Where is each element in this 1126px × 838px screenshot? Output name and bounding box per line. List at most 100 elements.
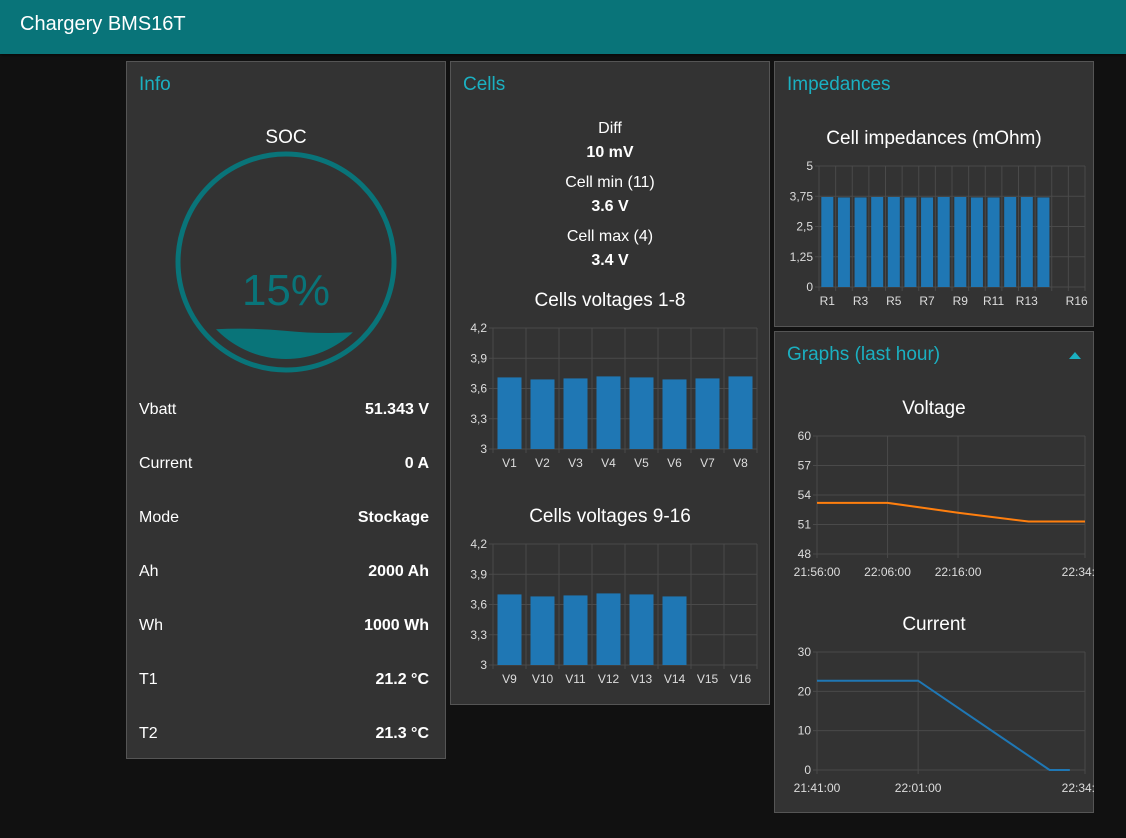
cells-panel-title: Cells: [463, 74, 506, 95]
graphs-panel: Graphs (last hour) Voltage 48 51 54 57 60 21:…: [774, 331, 1095, 813]
bar-r13: [1020, 196, 1033, 287]
bar-v10: [530, 596, 555, 665]
x-tick-label: V10: [532, 672, 554, 686]
bar-v3: [563, 378, 588, 449]
x-tick-label: 22:01:00: [895, 781, 942, 795]
y-tick-label: 3,75: [790, 189, 814, 203]
bar-v6: [662, 379, 687, 449]
x-tick-label: V2: [535, 456, 550, 470]
app-title: Chargery BMS16T: [20, 13, 186, 35]
info-panel-title: Info: [139, 74, 171, 95]
bar-v14: [662, 596, 687, 665]
bar-v7: [695, 378, 720, 449]
x-tick-label: V9: [502, 672, 517, 686]
impedances-panel: Impedances Cell impedances (mOhm) 0 1,25 2…: [774, 61, 1094, 327]
x-tick-label: V11: [565, 672, 586, 686]
info-row-value: 2000 Ah: [368, 563, 429, 580]
x-tick-label: 22:34:00: [1062, 565, 1095, 579]
bar-r14: [1037, 197, 1050, 287]
cells-1-8-chart-title: Cells voltages 1-8: [534, 290, 686, 311]
x-tick-label: R11: [983, 294, 1004, 308]
cell-max-value: 3.4 V: [591, 252, 629, 269]
y-tick-label: 3,9: [470, 351, 487, 365]
cells-panel: Cells Diff 10 mV Cell min (11) 3.6 V Cel…: [450, 61, 770, 705]
info-row-label: Current: [139, 455, 193, 472]
y-tick-label: 0: [804, 763, 811, 777]
collapse-icon[interactable]: [1069, 352, 1081, 359]
bar-r5: [887, 196, 900, 287]
bar-v13: [629, 594, 654, 665]
x-tick-label: R5: [886, 294, 902, 308]
bar-v12: [596, 593, 621, 665]
bar-r4: [871, 196, 884, 287]
series-line: [817, 501, 1085, 523]
bar-v11: [563, 595, 588, 665]
y-tick-label: 30: [798, 645, 812, 659]
info-row-value: Stockage: [357, 509, 429, 526]
x-tick-label: R13: [1016, 294, 1038, 308]
y-tick-label: 3,6: [470, 598, 487, 612]
cells-1-8-chart: 3 3,3 3,6 3,9 4,2 V1 V2 V3 V4 V5 V6 V7 V8: [470, 321, 758, 470]
y-tick-label: 3,3: [470, 628, 487, 642]
x-tick-label: R9: [953, 294, 969, 308]
bar-v2: [530, 379, 555, 449]
x-tick-label: V14: [664, 672, 686, 686]
x-tick-label: V12: [598, 672, 620, 686]
info-row-label: T2: [139, 725, 158, 742]
info-row-current: Current 0 A: [139, 455, 429, 479]
info-row-label: Ah: [139, 563, 159, 580]
bar-v1: [497, 377, 522, 449]
current-chart-title: Current: [902, 614, 966, 635]
x-tick-label: R16: [1066, 294, 1088, 308]
y-tick-label: 20: [798, 684, 812, 698]
bar-r1: [821, 196, 834, 287]
info-row-t1: T1 21.2 °C: [139, 671, 429, 695]
y-tick-label: 51: [798, 518, 812, 532]
bar-v5: [629, 377, 654, 449]
x-tick-label: V7: [700, 456, 715, 470]
bar-r7: [921, 197, 934, 287]
bar-v8: [728, 376, 753, 449]
bar-r2: [837, 197, 850, 287]
cell-min-label: Cell min (11): [565, 174, 655, 191]
info-row-vbatt: Vbatt 51.343 V: [139, 401, 429, 425]
x-tick-label: 22:34:00: [1062, 781, 1095, 795]
top-bar: Chargery BMS16T: [0, 0, 1126, 54]
soc-gauge: 15%: [175, 151, 397, 373]
info-row-value: 21.2 °C: [375, 671, 429, 688]
info-row-value: 1000 Wh: [364, 617, 429, 634]
impedances-chart-title: Cell impedances (mOhm): [826, 128, 1042, 149]
y-tick-label: 3,3: [470, 412, 487, 426]
bar-r12: [1004, 196, 1017, 287]
x-tick-label: V15: [697, 672, 719, 686]
y-tick-label: 54: [798, 488, 812, 502]
y-tick-label: 3: [480, 658, 487, 672]
x-tick-label: 21:56:00: [794, 565, 841, 579]
y-tick-label: 2,5: [796, 220, 813, 234]
x-tick-label: R7: [919, 294, 935, 308]
series-line: [817, 679, 1070, 771]
cell-min-value: 3.6 V: [591, 198, 629, 215]
x-tick-label: V1: [502, 456, 517, 470]
info-row-value: 21.3 °C: [375, 725, 429, 742]
info-panel: Info SOC 15% Vbatt 51.343 V Current 0 A Mode…: [126, 61, 446, 759]
y-tick-label: 0: [806, 280, 813, 294]
x-tick-label: 22:06:00: [864, 565, 911, 579]
y-tick-label: 3,6: [470, 382, 487, 396]
y-tick-label: 4,2: [470, 321, 487, 335]
soc-value: 15%: [242, 266, 330, 315]
y-tick-label: 3,9: [470, 567, 487, 581]
info-row-value: 51.343 V: [364, 401, 429, 418]
bar-r11: [987, 197, 1000, 287]
y-tick-label: 1,25: [790, 250, 814, 264]
x-tick-label: V4: [601, 456, 616, 470]
bar-v4: [596, 376, 621, 449]
impedances-chart: 0 1,25 2,5 3,75 5 R1 R3 R5 R7 R9 R11 R13 R16: [790, 159, 1088, 308]
y-tick-label: 3: [480, 442, 487, 456]
y-tick-label: 5: [806, 159, 813, 173]
diff-label: Diff: [598, 120, 622, 137]
x-tick-label: V13: [631, 672, 653, 686]
bar-r3: [854, 197, 867, 287]
soc-fill-wave: [189, 328, 383, 359]
voltage-chart: 48 51 54 57 60 21:56:00 22:06:00 22:16:00 22:34:…: [794, 429, 1095, 579]
